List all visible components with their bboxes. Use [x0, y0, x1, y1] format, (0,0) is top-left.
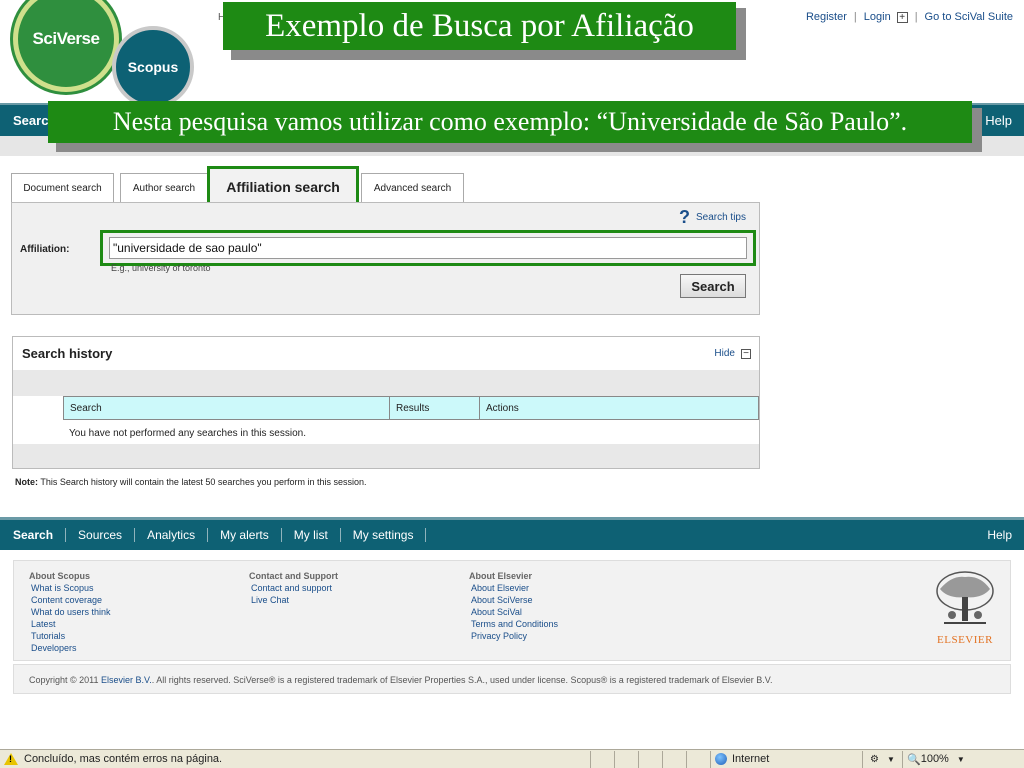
tab-document-search[interactable]: Document search: [11, 173, 114, 202]
scopus-logo[interactable]: Scopus: [112, 26, 194, 108]
status-cell: [662, 750, 686, 768]
search-history-title: Search history: [22, 346, 113, 361]
sciverse-logo[interactable]: SciVerse: [13, 0, 119, 92]
copyright-prefix: Copyright © 2011: [29, 675, 99, 685]
elsevier-bv-link[interactable]: Elsevier B.V.: [101, 675, 152, 685]
footer-link[interactable]: Content coverage: [29, 594, 111, 606]
elsevier-logo[interactable]: ELSEVIER: [932, 569, 998, 646]
status-cell: [590, 750, 614, 768]
history-note: Note: This Search history will contain t…: [15, 477, 367, 487]
footer-link[interactable]: Tutorials: [29, 630, 111, 642]
search-history-panel: Search history Hide − Search Results Act…: [12, 336, 760, 469]
search-tips[interactable]: ? Search tips: [678, 207, 746, 227]
hide-label[interactable]: Hide: [714, 348, 735, 359]
expand-plus-icon[interactable]: +: [896, 11, 908, 23]
bottom-nav-help[interactable]: Help: [987, 528, 1012, 542]
elsevier-tree-icon: [936, 571, 994, 624]
footer-link[interactable]: Privacy Policy: [469, 630, 558, 642]
globe-icon: [715, 753, 727, 765]
footer-link[interactable]: What is Scopus: [29, 582, 111, 594]
tab-advanced-search[interactable]: Advanced search: [361, 173, 464, 202]
bottom-nav-search[interactable]: Search: [0, 528, 67, 542]
zoom-magnifier-icon: 🔍: [907, 753, 921, 766]
status-message-text: Concluído, mas contém erros na página.: [24, 753, 223, 765]
affiliation-hint: E.g., university of toronto: [111, 263, 211, 273]
chevron-down-icon: ▼: [956, 754, 965, 764]
subtitle-callout: Nesta pesquisa vamos utilizar como exemp…: [48, 101, 972, 143]
column-header-search[interactable]: Search: [64, 397, 390, 419]
security-zone: Internet: [710, 750, 862, 768]
status-cell: [638, 750, 662, 768]
register-link[interactable]: Register: [806, 11, 847, 23]
warning-icon[interactable]: [4, 753, 18, 765]
elsevier-logo-text: ELSEVIER: [937, 634, 993, 646]
tab-affiliation-search[interactable]: Affiliation search: [207, 166, 359, 207]
history-empty-message: You have not performed any searches in t…: [69, 428, 306, 439]
footer-link[interactable]: About SciVal: [469, 606, 558, 618]
history-band-bottom: [13, 444, 759, 468]
footer-link[interactable]: About SciVerse: [469, 594, 558, 606]
help-question-icon: ?: [678, 207, 690, 227]
note-text: This Search history will contain the lat…: [40, 477, 367, 487]
bottom-nav-bar: Search Sources Analytics My alerts My li…: [0, 517, 1024, 550]
bottom-nav-analytics[interactable]: Analytics: [135, 528, 209, 542]
divider: |: [914, 11, 918, 23]
security-zone-text: Internet: [732, 753, 770, 765]
scopus-logo-text: Scopus: [127, 59, 179, 75]
tab-author-search[interactable]: Author search: [120, 173, 208, 202]
column-header-actions: Actions: [486, 403, 519, 414]
bottom-nav-my-settings[interactable]: My settings: [341, 528, 427, 542]
bottom-nav-my-alerts[interactable]: My alerts: [208, 528, 282, 542]
history-table-header: Search Results Actions: [63, 396, 759, 420]
site-footer: About Scopus What is Scopus Content cove…: [13, 560, 1011, 661]
protected-mode-icon: ⚙: [870, 753, 880, 765]
title-callout: Exemplo de Busca por Afiliação: [223, 2, 736, 50]
status-message: Concluído, mas contém erros na página.: [0, 753, 590, 765]
bottom-nav-my-list[interactable]: My list: [282, 528, 341, 542]
copyright-text: All rights reserved. SciVerse® is a regi…: [156, 675, 773, 685]
affiliation-input[interactable]: [109, 237, 747, 259]
zoom-level: 100%: [920, 753, 949, 765]
footer-link[interactable]: About Elsevier: [469, 582, 558, 594]
status-cell: [686, 750, 710, 768]
zoom-control[interactable]: 🔍 100% ▼: [902, 750, 982, 768]
affiliation-search-panel: ? Search tips Affiliation: E.g., univers…: [11, 202, 760, 315]
collapse-minus-icon[interactable]: −: [741, 348, 751, 359]
footer-contact-support: Contact and Support Contact and support …: [249, 570, 338, 606]
protected-mode-control[interactable]: ⚙ ▼: [862, 750, 902, 768]
footer-link[interactable]: Terms and Conditions: [469, 618, 558, 630]
copyright-bar: Copyright © 2011 Elsevier B.V.. All righ…: [13, 664, 1011, 694]
footer-link[interactable]: What do users think: [29, 606, 111, 618]
search-button[interactable]: Search: [680, 274, 746, 298]
footer-link[interactable]: Contact and support: [249, 582, 338, 594]
footer-heading: About Scopus: [29, 571, 90, 581]
sciverse-logo-text: SciVerse: [32, 29, 100, 48]
divider: |: [853, 11, 857, 23]
footer-heading: Contact and Support: [249, 571, 338, 581]
login-link[interactable]: Login: [864, 11, 891, 23]
footer-link[interactable]: Live Chat: [249, 594, 338, 606]
status-cell: [614, 750, 638, 768]
footer-link[interactable]: Latest: [29, 618, 111, 630]
top-links: Register | Login + | Go to SciVal Suite: [806, 11, 1013, 23]
column-header-results[interactable]: Results: [390, 397, 480, 419]
nav-help-link[interactable]: Help: [985, 113, 1012, 128]
footer-link[interactable]: Developers: [29, 642, 111, 654]
search-tips-link[interactable]: Search tips: [696, 212, 746, 223]
page-root: SciVerse Scopus H Register | Login + | G…: [0, 0, 1024, 768]
bottom-nav-sources[interactable]: Sources: [66, 528, 136, 542]
note-label: Note:: [15, 477, 38, 487]
footer-about-scopus: About Scopus What is Scopus Content cove…: [29, 570, 111, 654]
footer-heading: About Elsevier: [469, 571, 533, 581]
footer-about-elsevier: About Elsevier About Elsevier About SciV…: [469, 570, 558, 642]
browser-status-bar: Concluído, mas contém erros na página. I…: [0, 749, 1024, 768]
history-band-top: [13, 370, 759, 396]
chevron-down-icon: ▼: [887, 754, 895, 764]
scival-suite-link[interactable]: Go to SciVal Suite: [925, 11, 1013, 23]
affiliation-label: Affiliation:: [20, 244, 70, 255]
hide-history-toggle[interactable]: Hide −: [714, 348, 751, 359]
affiliation-input-highlight: [100, 230, 756, 266]
